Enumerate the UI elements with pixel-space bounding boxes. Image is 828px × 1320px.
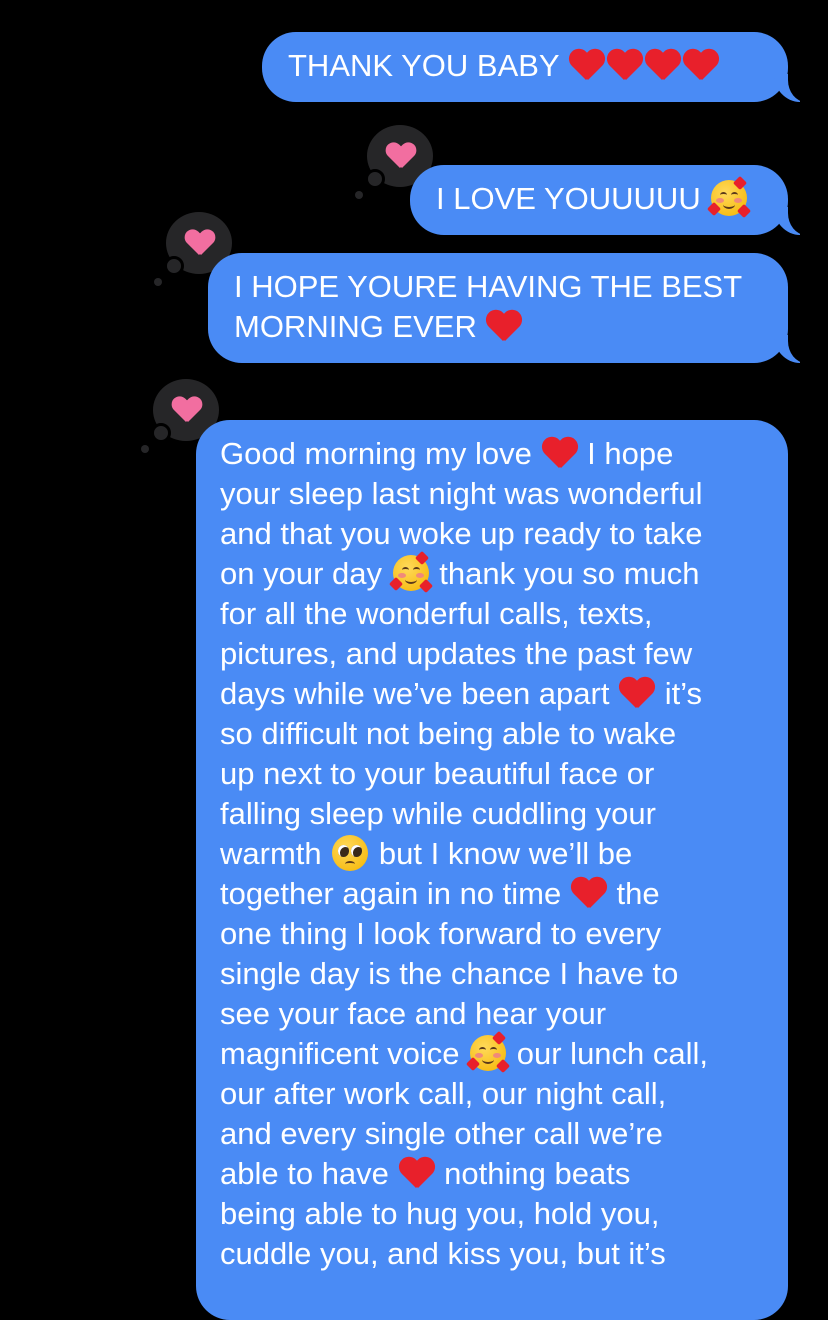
red-heart-icon xyxy=(542,436,578,470)
message-line: Good morning my love I hope xyxy=(220,436,674,471)
message-line: together again in no time the xyxy=(220,876,660,911)
message-line: pictures, and updates the past few xyxy=(220,636,693,671)
message-line: days while we’ve been apart it’s xyxy=(220,676,703,711)
message-line: being able to hug you, hold you, xyxy=(220,1196,660,1231)
message-line: single day is the chance I have to xyxy=(220,956,679,991)
sent-message-bubble[interactable]: THANK YOU BABY xyxy=(262,32,814,102)
bubble-tail xyxy=(774,72,814,102)
heart-icon xyxy=(185,230,215,258)
tapback-tail-dot xyxy=(355,191,363,199)
smiling-face-with-hearts-icon xyxy=(388,550,433,594)
message-line: our after work call, our night call, xyxy=(220,1076,667,1111)
sent-message-bubble[interactable]: I LOVE YOUUUUU xyxy=(410,165,814,235)
tapback-tail-dot xyxy=(365,169,385,189)
message-line: so difficult not being able to wake xyxy=(220,716,677,751)
smiling-face-with-hearts-icon xyxy=(466,1030,511,1074)
sent-message-bubble[interactable]: Good morning my love I hope your sleep l… xyxy=(196,420,788,1320)
heart-icon xyxy=(386,143,416,171)
message-line: and that you woke up ready to take xyxy=(220,516,703,551)
red-heart-icon xyxy=(683,48,719,82)
message-line: for all the wonderful calls, texts, xyxy=(220,596,653,631)
message-text: I HOPE YOURE HAVING THE BEST xyxy=(234,269,743,304)
message-line: on your day thank you so much xyxy=(220,550,764,594)
message-text: I LOVE YOUUUUU xyxy=(436,175,762,219)
red-heart-icon xyxy=(486,309,522,343)
message-line: up next to your beautiful face or xyxy=(220,756,655,791)
tapback-tail-dot xyxy=(151,423,171,443)
message-thread: THANK YOU BABY I LOVE YOUUUUU I HOPE YOU… xyxy=(0,0,828,1320)
tapback-tail-dot xyxy=(154,278,162,286)
message-line: one thing I look forward to every xyxy=(220,916,662,951)
red-heart-icon xyxy=(619,676,655,710)
heart-icon xyxy=(172,397,202,425)
red-heart-icon xyxy=(569,48,605,82)
red-heart-icon xyxy=(571,876,607,910)
message-line: and every single other call we’re xyxy=(220,1116,663,1151)
red-heart-icon xyxy=(399,1156,435,1190)
message-line: cuddle you, and kiss you, but it’s xyxy=(220,1236,666,1271)
message-text: MORNING EVER xyxy=(234,307,762,347)
red-heart-icon xyxy=(645,48,681,82)
tapback-tail-dot xyxy=(164,256,184,276)
message-line: magnificent voice our lunch call, xyxy=(220,1030,764,1074)
bubble-tail xyxy=(774,333,814,363)
message-line: see your face and hear your xyxy=(220,996,607,1031)
message-line: falling sleep while cuddling your xyxy=(220,796,656,831)
message-text: THANK YOU BABY xyxy=(288,46,762,86)
message-line: able to have nothing beats xyxy=(220,1156,631,1191)
smiling-face-with-hearts-icon xyxy=(707,175,752,219)
message-line: your sleep last night was wonderful xyxy=(220,476,703,511)
pleading-face-icon xyxy=(332,835,369,871)
tapback-tail-dot xyxy=(141,445,149,453)
sent-message-bubble[interactable]: I HOPE YOURE HAVING THE BEST MORNING EVE… xyxy=(208,253,814,363)
red-heart-icon xyxy=(607,48,643,82)
message-line: warmth but I know we’ll be xyxy=(220,835,633,871)
bubble-tail xyxy=(774,205,814,235)
